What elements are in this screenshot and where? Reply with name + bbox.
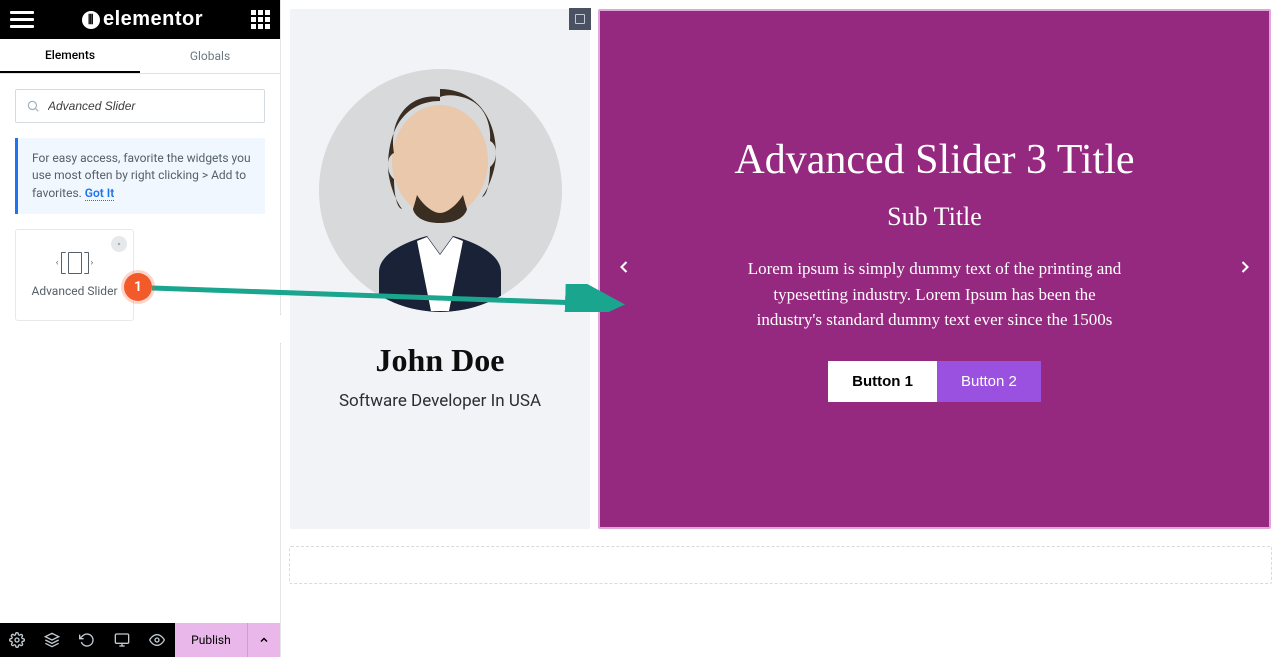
apps-grid-icon[interactable] bbox=[251, 10, 270, 29]
tip-dismiss-link[interactable]: Got It bbox=[85, 186, 114, 201]
widget-search[interactable] bbox=[15, 89, 265, 123]
preview-icon[interactable] bbox=[140, 623, 175, 657]
slide-button-1[interactable]: Button 1 bbox=[828, 361, 937, 402]
slider-prev-icon[interactable] bbox=[608, 247, 640, 291]
team-member-widget[interactable]: John Doe Software Developer In USA bbox=[290, 9, 590, 529]
avatar-image bbox=[319, 69, 562, 312]
sidebar-tabs: Elements Globals bbox=[0, 39, 280, 74]
favorites-tip: For easy access, favorite the widgets yo… bbox=[15, 138, 265, 214]
brand-mark: ⦀ bbox=[82, 11, 100, 29]
tab-globals[interactable]: Globals bbox=[140, 39, 280, 73]
slide-title: Advanced Slider 3 Title bbox=[734, 136, 1134, 184]
slider-icon: ‹› bbox=[56, 252, 93, 274]
search-icon bbox=[26, 99, 40, 113]
favorite-icon[interactable] bbox=[111, 236, 127, 252]
history-icon[interactable] bbox=[70, 623, 105, 657]
add-section-dropzone[interactable] bbox=[289, 546, 1272, 584]
avatar-placeholder-icon bbox=[319, 69, 562, 312]
publish-options-button[interactable] bbox=[247, 623, 280, 657]
elementor-sidebar: ⦀ elementor Elements Globals For easy ac… bbox=[0, 0, 281, 657]
brand-logo: ⦀ elementor bbox=[82, 8, 203, 31]
annotation-badge-1: 1 bbox=[124, 273, 152, 301]
slide-buttons: Button 1 Button 2 bbox=[828, 361, 1041, 402]
widget-advanced-slider[interactable]: ‹› Advanced Slider bbox=[15, 229, 134, 321]
column-2-selected[interactable]: ＋ ⠿ ✕ Advanced Slider 3 Title Sub Title … bbox=[598, 9, 1271, 529]
tip-text: For easy access, favorite the widgets yo… bbox=[32, 151, 251, 200]
advanced-slider-widget[interactable]: Advanced Slider 3 Title Sub Title Lorem … bbox=[600, 11, 1269, 527]
member-subtitle: Software Developer In USA bbox=[339, 391, 541, 411]
responsive-icon[interactable] bbox=[105, 623, 140, 657]
widget-label: Advanced Slider bbox=[31, 284, 117, 298]
slider-next-icon[interactable] bbox=[1229, 247, 1261, 291]
search-input[interactable] bbox=[48, 99, 254, 113]
slide-subtitle: Sub Title bbox=[887, 202, 982, 232]
publish-button[interactable]: Publish bbox=[175, 623, 247, 657]
sidebar-header: ⦀ elementor bbox=[0, 0, 280, 39]
section[interactable]: John Doe Software Developer In USA ＋ ⠿ ✕ bbox=[289, 8, 1272, 530]
column-1[interactable]: John Doe Software Developer In USA bbox=[290, 9, 590, 529]
sidebar-footer: Publish bbox=[0, 623, 280, 657]
member-name: John Doe bbox=[376, 342, 505, 379]
brand-text: elementor bbox=[103, 8, 203, 31]
settings-icon[interactable] bbox=[0, 623, 35, 657]
slide-description: Lorem ipsum is simply dummy text of the … bbox=[745, 256, 1125, 333]
menu-icon[interactable] bbox=[10, 8, 34, 32]
column-handle-icon[interactable] bbox=[569, 8, 591, 30]
sidebar-body: For easy access, favorite the widgets yo… bbox=[0, 74, 280, 623]
tab-elements[interactable]: Elements bbox=[0, 39, 140, 73]
editor-canvas: John Doe Software Developer In USA ＋ ⠿ ✕ bbox=[281, 0, 1280, 657]
slide-button-2[interactable]: Button 2 bbox=[937, 361, 1041, 402]
navigator-icon[interactable] bbox=[35, 623, 70, 657]
